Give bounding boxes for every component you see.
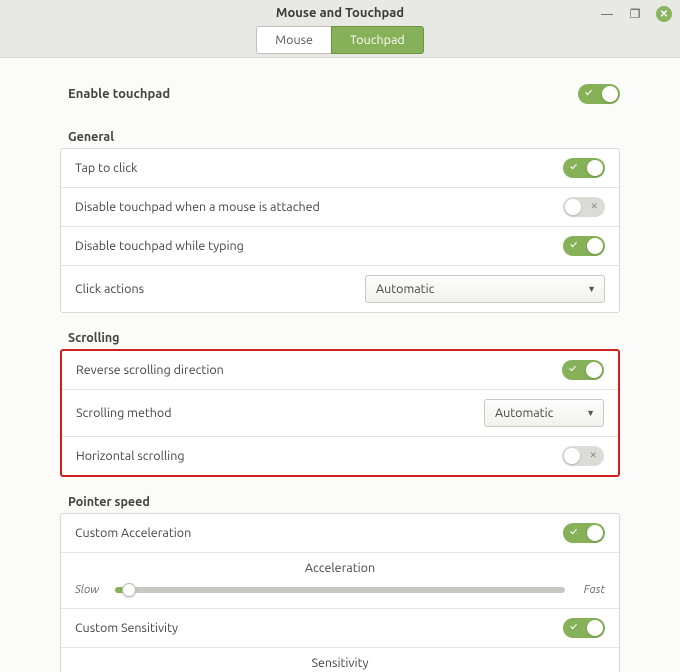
horizontal-scrolling-toggle[interactable] [562,446,604,466]
click-actions-label: Click actions [75,282,144,296]
content-area: Enable touchpad General Tap to click Dis… [0,58,680,672]
scrolling-method-select[interactable]: Automatic ▼ [484,399,604,427]
disable-mouse-toggle[interactable] [563,197,605,217]
section-title-scrolling: Scrolling [68,331,620,345]
minimize-icon[interactable]: — [600,7,614,21]
accel-low-label: Slow [75,583,107,596]
custom-sens-toggle[interactable] [563,618,605,638]
scrolling-method-value: Automatic [495,406,553,420]
tab-switcher: Mouse Touchpad [0,26,680,54]
row-tap-to-click: Tap to click [61,149,619,188]
row-custom-accel: Custom Acceleration [61,514,619,553]
tap-to-click-toggle[interactable] [563,158,605,178]
custom-accel-toggle[interactable] [563,523,605,543]
window-controls: — ❐ ✕ [600,6,672,22]
row-horizontal-scrolling: Horizontal scrolling [62,437,618,475]
custom-accel-label: Custom Acceleration [75,526,191,540]
chevron-down-icon: ▼ [586,408,595,418]
disable-typing-label: Disable touchpad while typing [75,239,244,253]
row-custom-sens: Custom Sensitivity [61,609,619,648]
group-pointer: Custom Acceleration Acceleration Slow Fa… [60,513,620,672]
enable-touchpad-toggle[interactable] [578,84,620,104]
window-header: Mouse and Touchpad — ❐ ✕ Mouse Touchpad [0,0,680,58]
reverse-scrolling-label: Reverse scrolling direction [76,363,224,377]
sens-slider-title: Sensitivity [75,656,605,670]
section-title-pointer: Pointer speed [68,495,620,509]
disable-typing-toggle[interactable] [563,236,605,256]
enable-touchpad-label: Enable touchpad [68,87,170,101]
maximize-icon[interactable]: ❐ [628,7,642,21]
enable-touchpad-row: Enable touchpad [60,76,620,124]
accel-slider-title: Acceleration [75,561,605,575]
window-title: Mouse and Touchpad [0,0,680,20]
row-disable-mouse: Disable touchpad when a mouse is attache… [61,188,619,227]
tap-to-click-label: Tap to click [75,161,137,175]
horizontal-scrolling-label: Horizontal scrolling [76,449,185,463]
row-click-actions: Click actions Automatic ▼ [61,266,619,312]
row-scrolling-method: Scrolling method Automatic ▼ [62,390,618,437]
chevron-down-icon: ▼ [587,284,596,294]
row-accel-slider: Acceleration Slow Fast [61,553,619,609]
row-disable-typing: Disable touchpad while typing [61,227,619,266]
group-general: Tap to click Disable touchpad when a mou… [60,148,620,313]
disable-mouse-label: Disable touchpad when a mouse is attache… [75,200,320,214]
click-actions-value: Automatic [376,282,434,296]
custom-sens-label: Custom Sensitivity [75,621,178,635]
click-actions-select[interactable]: Automatic ▼ [365,275,605,303]
tab-touchpad[interactable]: Touchpad [331,26,424,54]
row-sens-slider: Sensitivity Low High [61,648,619,672]
reverse-scrolling-toggle[interactable] [562,360,604,380]
section-title-general: General [68,130,620,144]
row-reverse-scrolling: Reverse scrolling direction [62,351,618,390]
close-icon[interactable]: ✕ [656,6,672,22]
scrolling-method-label: Scrolling method [76,406,172,420]
accel-slider[interactable] [115,587,565,593]
tab-mouse[interactable]: Mouse [256,26,331,54]
group-scrolling: Reverse scrolling direction Scrolling me… [60,349,620,477]
accel-high-label: Fast [573,583,605,596]
